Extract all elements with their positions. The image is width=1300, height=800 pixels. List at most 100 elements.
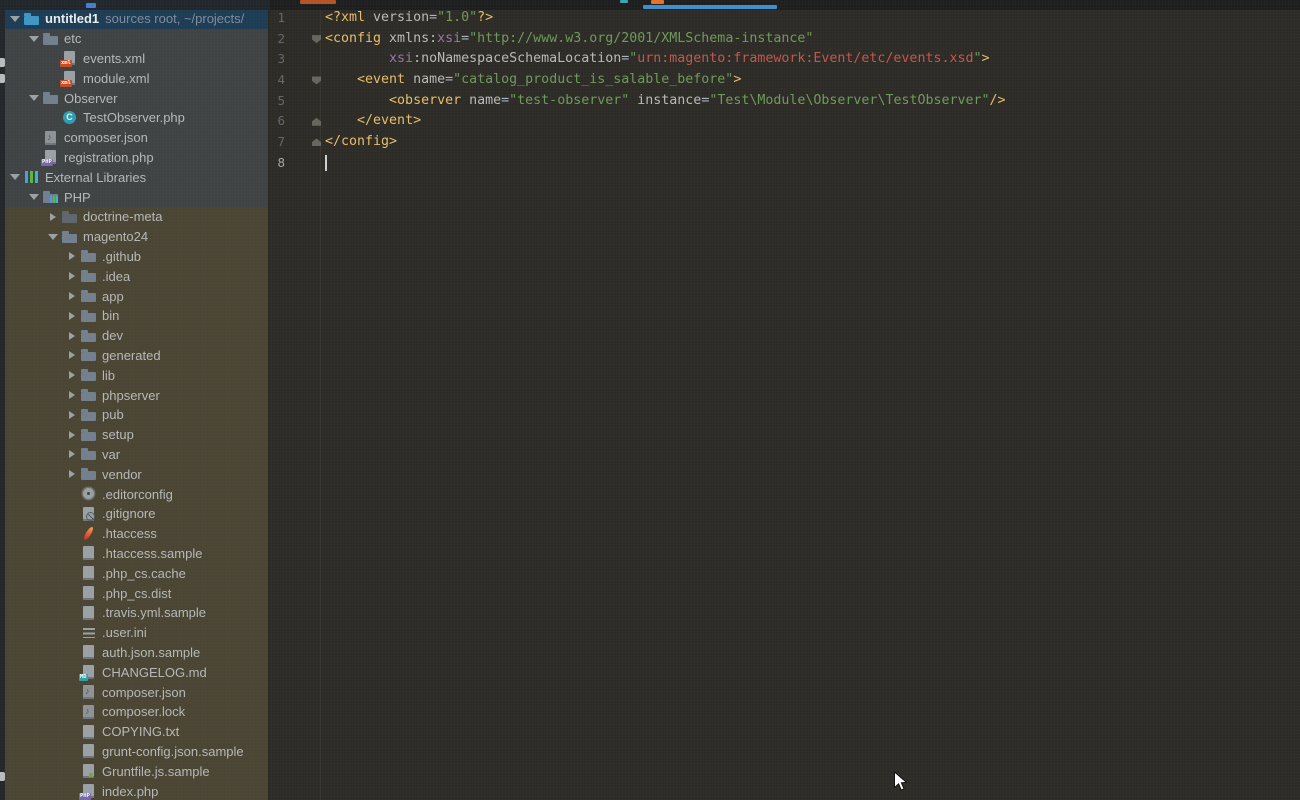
- tree-item--editorconfig[interactable]: .editorconfig: [5, 484, 268, 504]
- tree-item-doctrine-meta[interactable]: doctrine-meta: [5, 207, 268, 227]
- tree-item-etc[interactable]: etc: [5, 29, 268, 49]
- panel-splitter[interactable]: [268, 10, 269, 800]
- tree-item-lib[interactable]: lib: [5, 365, 268, 385]
- tree-item-app[interactable]: app: [5, 286, 268, 306]
- chevron-down-icon[interactable]: [24, 95, 43, 101]
- toolbar-icon[interactable]: [620, 0, 628, 3]
- chevron-right-icon[interactable]: [62, 272, 81, 280]
- fold-marker-icon[interactable]: [312, 138, 321, 146]
- tree-item-var[interactable]: var: [5, 445, 268, 465]
- tree-item--idea[interactable]: .idea: [5, 266, 268, 286]
- chevron-right-icon[interactable]: [62, 312, 81, 320]
- chevron-right-icon[interactable]: [62, 351, 81, 359]
- chevron-down-icon[interactable]: [24, 194, 43, 200]
- file-icon: [81, 565, 98, 581]
- line-number: 4: [269, 70, 285, 91]
- chevron-right-icon[interactable]: [62, 450, 81, 458]
- chevron-right-icon[interactable]: [62, 252, 81, 260]
- php-icon: PHP: [43, 149, 60, 165]
- tree-item-label: magento24: [83, 229, 148, 244]
- tree-item--user-ini[interactable]: .user.ini: [5, 623, 268, 643]
- chevron-down-icon[interactable]: [24, 36, 43, 42]
- code-text: <observer name="test-observer" instance=…: [325, 91, 1006, 112]
- tree-item-label: .travis.yml.sample: [102, 605, 206, 620]
- fold-marker-icon[interactable]: [312, 118, 321, 126]
- tree-item-copying-txt[interactable]: COPYING.txt: [5, 722, 268, 742]
- tree-item-label: etc: [64, 31, 81, 46]
- editor-pane[interactable]: 1<?xml version="1.0"?>2<config xmlns:xsi…: [269, 10, 1300, 800]
- tree-item-events-xml[interactable]: xmlevents.xml: [5, 49, 268, 69]
- tree-item-composer-json[interactable]: composer.json: [5, 128, 268, 148]
- code-line[interactable]: 5 <observer name="test-observer" instanc…: [269, 91, 1300, 112]
- tree-item-registration-php[interactable]: PHPregistration.php: [5, 148, 268, 168]
- code-line[interactable]: 3 xsi:noNamespaceSchemaLocation="urn:mag…: [269, 49, 1300, 70]
- tree-item-label: External Libraries: [45, 170, 146, 185]
- tree-item-dev[interactable]: dev: [5, 326, 268, 346]
- chevron-down-icon[interactable]: [43, 234, 62, 240]
- tree-item-phpserver[interactable]: phpserver: [5, 385, 268, 405]
- tree-item-composer-json[interactable]: composer.json: [5, 682, 268, 702]
- code-line[interactable]: 4 <event name="catalog_product_is_salabl…: [269, 70, 1300, 91]
- tree-item-setup[interactable]: setup: [5, 425, 268, 445]
- chevron-right-icon[interactable]: [62, 391, 81, 399]
- tree-item-observer[interactable]: Observer: [5, 88, 268, 108]
- chevron-right-icon[interactable]: [43, 213, 62, 221]
- tree-item-label: dev: [102, 328, 123, 343]
- tree-item--htaccess-sample[interactable]: .htaccess.sample: [5, 544, 268, 564]
- folder-icon: [81, 288, 98, 304]
- tree-item--php-cs-cache[interactable]: .php_cs.cache: [5, 563, 268, 583]
- code-line[interactable]: 2<config xmlns:xsi="http://www.w3.org/20…: [269, 29, 1300, 50]
- chevron-right-icon[interactable]: [62, 371, 81, 379]
- chevron-right-icon[interactable]: [62, 292, 81, 300]
- tree-item-php[interactable]: PHP: [5, 187, 268, 207]
- tree-item-gruntfile-js-sample[interactable]: Gruntfile.js.sample: [5, 761, 268, 781]
- fold-marker-icon[interactable]: [312, 35, 321, 43]
- code-line[interactable]: 1<?xml version="1.0"?>: [269, 8, 1300, 29]
- tree-item--gitignore[interactable]: .gitignore: [5, 504, 268, 524]
- php-icon: PHP: [81, 783, 98, 799]
- folder-dim-icon: [62, 209, 79, 225]
- chevron-down-icon[interactable]: [5, 174, 24, 180]
- line-number: 5: [269, 91, 285, 112]
- tree-item-magento24[interactable]: magento24: [5, 227, 268, 247]
- tree-item--github[interactable]: .github: [5, 247, 268, 267]
- tree-item-changelog-md[interactable]: MDCHANGELOG.md: [5, 662, 268, 682]
- code-line[interactable]: 8: [269, 153, 1300, 174]
- chevron-right-icon[interactable]: [62, 470, 81, 478]
- folder-icon: [81, 328, 98, 344]
- chevron-right-icon[interactable]: [62, 332, 81, 340]
- stripe-icon[interactable]: [0, 74, 5, 83]
- fold-marker-icon[interactable]: [312, 76, 321, 84]
- toolbar-icon[interactable]: [300, 0, 336, 4]
- stripe-icon[interactable]: [0, 772, 5, 781]
- stripe-icon[interactable]: [0, 58, 5, 67]
- js-icon: [81, 763, 98, 779]
- tree-item--php-cs-dist[interactable]: .php_cs.dist: [5, 583, 268, 603]
- tree-item-label: lib: [102, 368, 115, 383]
- code-line[interactable]: 7</config>: [269, 132, 1300, 153]
- tree-item-label: .gitignore: [102, 506, 155, 521]
- tree-item-pub[interactable]: pub: [5, 405, 268, 425]
- tree-item-external-libraries[interactable]: External Libraries: [5, 167, 268, 187]
- tree-item-composer-lock[interactable]: composer.lock: [5, 702, 268, 722]
- chevron-down-icon[interactable]: [5, 16, 24, 22]
- code-line[interactable]: 6 </event>: [269, 111, 1300, 132]
- tree-item-untitled1[interactable]: untitled1sources root, ~/projects/: [3, 10, 268, 29]
- chevron-right-icon[interactable]: [62, 431, 81, 439]
- tree-item-testobserver-php[interactable]: TestObserver.php: [5, 108, 268, 128]
- tree-item-generated[interactable]: generated: [5, 346, 268, 366]
- tree-item-index-php[interactable]: PHPindex.php: [5, 781, 268, 800]
- tree-item--travis-yml-sample[interactable]: .travis.yml.sample: [5, 603, 268, 623]
- active-tab-indicator[interactable]: [643, 5, 777, 9]
- tree-item-grunt-config-json-sample[interactable]: grunt-config.json.sample: [5, 742, 268, 762]
- tree-item-vendor[interactable]: vendor: [5, 464, 268, 484]
- tree-item--htaccess[interactable]: .htaccess: [5, 524, 268, 544]
- xml-file-tab-icon[interactable]: [651, 0, 664, 4]
- tree-item-module-xml[interactable]: xmlmodule.xml: [5, 68, 268, 88]
- toolbar-icon[interactable]: [86, 3, 96, 8]
- tree-item-auth-json-sample[interactable]: auth.json.sample: [5, 643, 268, 663]
- gear-icon: [81, 486, 98, 502]
- tree-item-bin[interactable]: bin: [5, 306, 268, 326]
- tool-window-stripe: [0, 10, 5, 800]
- chevron-right-icon[interactable]: [62, 411, 81, 419]
